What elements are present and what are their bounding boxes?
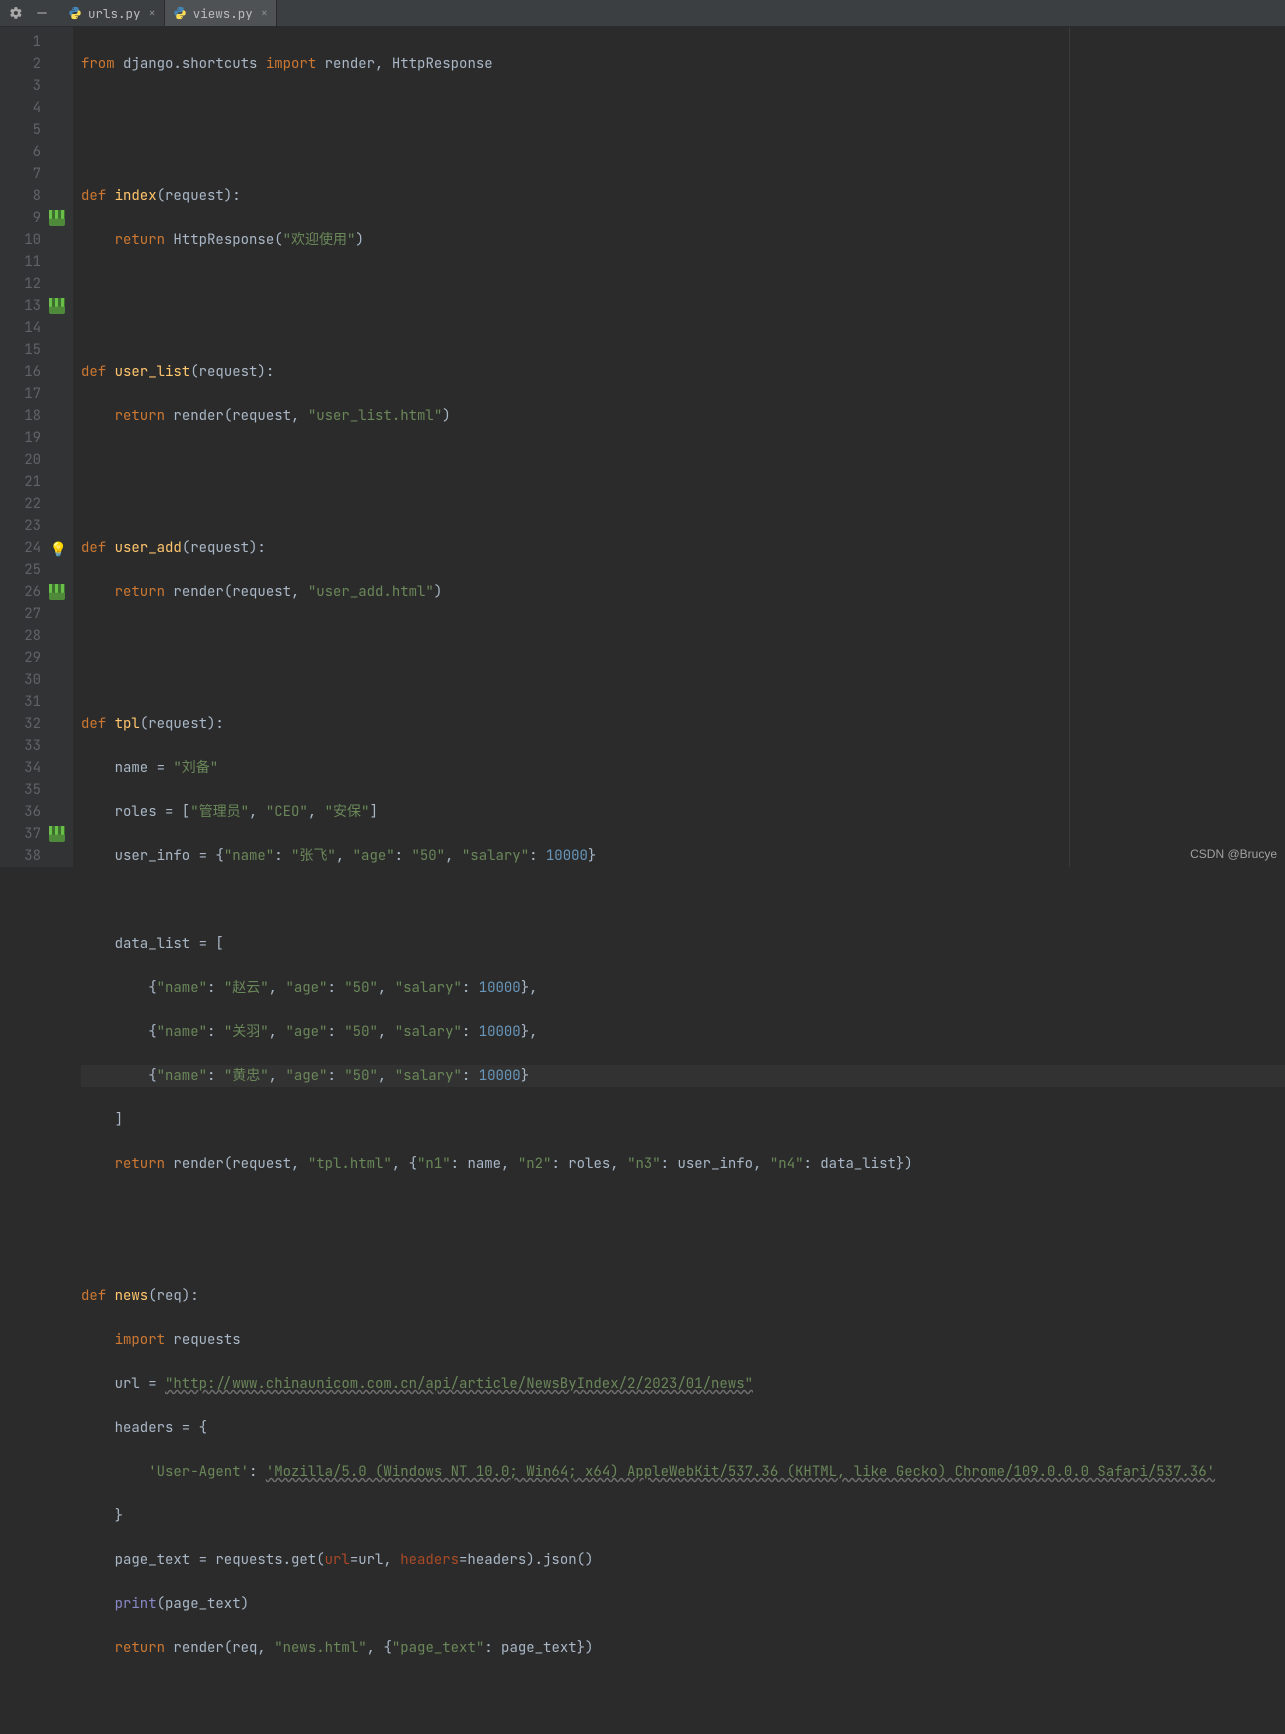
tab-label: urls.py (88, 5, 141, 22)
watermark: CSDN @Brucye (1190, 847, 1277, 861)
close-icon[interactable]: × (149, 5, 156, 21)
code-area[interactable]: from django.shortcuts import render, Htt… (73, 27, 1285, 867)
tab-urls[interactable]: urls.py × (60, 0, 165, 26)
inlay-badge[interactable] (49, 298, 65, 314)
tab-label: views.py (193, 5, 253, 22)
editor[interactable]: 1 2 3 4 5 6 7 8 9 10 11 12 13 14 15 16 1… (0, 27, 1285, 867)
inlay-badge[interactable] (49, 826, 65, 842)
close-icon[interactable]: × (261, 5, 268, 21)
tab-views[interactable]: views.py × (165, 0, 277, 26)
minus-icon[interactable] (32, 3, 52, 23)
gear-icon[interactable] (6, 3, 26, 23)
inlay-badge[interactable] (49, 584, 65, 600)
inlay-badge[interactable] (49, 210, 65, 226)
python-icon (68, 6, 82, 20)
python-icon (173, 6, 187, 20)
right-margin-line (1069, 27, 1070, 867)
titlebar: urls.py × views.py × (0, 0, 1285, 27)
bulb-icon[interactable]: 💡 (50, 539, 67, 561)
gutter: 1 2 3 4 5 6 7 8 9 10 11 12 13 14 15 16 1… (0, 27, 73, 867)
tabs: urls.py × views.py × (60, 0, 277, 26)
